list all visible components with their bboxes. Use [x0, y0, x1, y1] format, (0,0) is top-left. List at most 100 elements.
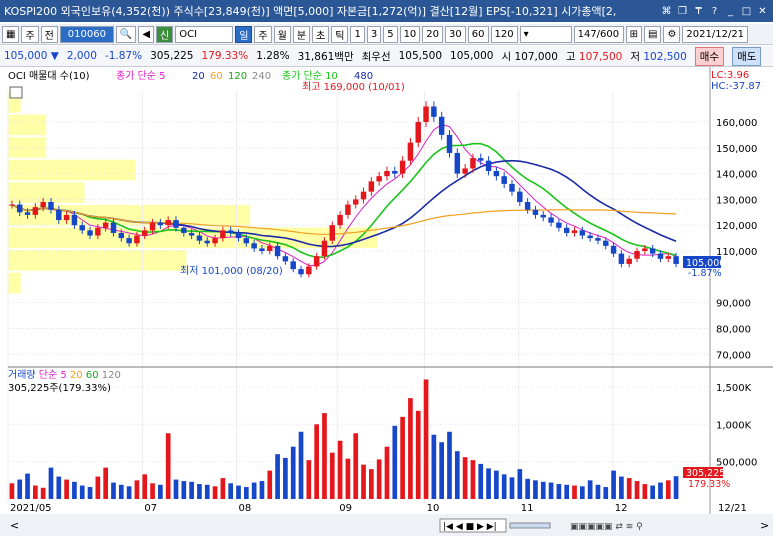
volume-profile-band [8, 272, 21, 294]
search-icon[interactable]: 🔍 [115, 25, 137, 43]
step-3-button[interactable]: 3 [366, 25, 382, 43]
help-icon[interactable]: ? [708, 5, 721, 18]
step-5-button[interactable]: 5 [383, 25, 398, 43]
step-30-button[interactable]: 30 [445, 25, 466, 43]
grid-menu-icon[interactable]: ▦ [2, 25, 20, 43]
period-tick-button[interactable]: 틱 [331, 25, 349, 43]
date-field[interactable]: 2021/12/21 [682, 25, 749, 43]
step-120-button[interactable]: 120 [490, 25, 518, 43]
candle-body [220, 230, 226, 239]
volume-bar [564, 484, 570, 499]
stock-code-input[interactable]: 010060 [59, 25, 114, 43]
best-bid: 105,000 [450, 50, 494, 62]
period-second-button[interactable]: 초 [312, 25, 330, 43]
stock-name-field[interactable]: OCI [175, 25, 234, 43]
candle-body [102, 222, 109, 228]
candle-body [446, 134, 453, 153]
step-20-button[interactable]: 20 [422, 25, 444, 43]
best-label: 최우선 [361, 50, 391, 63]
volume: 305,225 [150, 50, 194, 62]
buy-button[interactable]: 매수 [694, 46, 725, 66]
lock-icon[interactable]: ⌘ [660, 5, 673, 18]
candle-body [126, 238, 132, 244]
grid-toggle-icon[interactable] [9, 86, 23, 99]
volume-bar [611, 470, 616, 499]
candle-body [657, 253, 664, 259]
save-icon[interactable]: ▤ [643, 25, 662, 43]
zoom-slider[interactable] [509, 522, 551, 529]
custom-step-dropdown[interactable]: ▾ [519, 25, 572, 43]
candle-body [673, 256, 679, 264]
candle-body [63, 214, 70, 221]
volume-bar [415, 410, 421, 499]
high-price: 고 107,500 [565, 50, 623, 63]
volume-bar [64, 479, 69, 499]
legend-ma480: 480 [354, 71, 373, 82]
volume-bar [478, 463, 484, 499]
candle-body [56, 209, 62, 221]
volume-bar [17, 479, 23, 499]
period-day-button[interactable]: 일 [235, 25, 253, 43]
candle-body [267, 245, 273, 252]
volume-bar [392, 425, 398, 499]
pin-icon[interactable]: ₸ [692, 5, 705, 18]
volume-bar [87, 487, 93, 499]
candle-body [79, 225, 85, 231]
volume-bar [525, 478, 530, 499]
period-minute-button[interactable]: 분 [292, 25, 311, 43]
volume-bar [48, 467, 54, 499]
volume-bar [486, 468, 491, 499]
chart-area[interactable]: 160,000 150,000 140,000 130,000 120,000 110,0… [0, 67, 773, 536]
candle-body [603, 240, 609, 246]
step-10-button[interactable]: 10 [399, 25, 421, 43]
candle-body [509, 183, 515, 192]
period-month-button[interactable]: 월 [273, 25, 291, 43]
scroll-right-icon[interactable]: > [760, 519, 769, 532]
volume-profile-band [8, 114, 47, 136]
period-week-button[interactable]: 주 [254, 25, 272, 43]
time-axis-label: 08 [238, 503, 251, 514]
sell-button[interactable]: 매도 [732, 46, 762, 66]
candle-body [642, 248, 648, 252]
scroll-left-icon[interactable]: < [10, 519, 19, 532]
price-axis-label: 130,000 [716, 195, 757, 206]
credit-badge: 신 [156, 25, 174, 43]
settings-icon[interactable]: ⚙ [663, 25, 681, 43]
minimize-icon[interactable]: _ [724, 5, 737, 18]
legend-ma10: 종가 단순 10 [282, 70, 338, 82]
candle-body [110, 222, 117, 233]
close-icon[interactable]: ✕ [756, 5, 769, 18]
volume-bar [275, 454, 280, 499]
step-60-button[interactable]: 60 [467, 25, 489, 43]
volume-axis-label: 1,000K [716, 420, 752, 431]
restore-icon[interactable]: ❐ [676, 5, 689, 18]
current-price: 105,000 ▼ [4, 50, 59, 62]
volume-bar [642, 484, 648, 499]
tool-icons[interactable]: ▣▣▣▣▣ ⇄ ≋ ⚲ [570, 522, 643, 532]
candle-body [235, 232, 242, 239]
playback-icons[interactable]: |◀ ◀ ■ ▶ ▶| [443, 522, 497, 532]
candle-body [649, 248, 656, 254]
lc-label: LC:3.96 [711, 70, 749, 81]
market-dropdown[interactable]: 주 [21, 25, 39, 43]
volume-bar [126, 486, 132, 499]
trade-amount: 31,861백만 [297, 50, 354, 63]
candle-body [563, 227, 570, 233]
candle-body [431, 106, 437, 117]
candle-body [470, 158, 476, 169]
count-field[interactable]: 147/600 [573, 25, 624, 43]
step-1-button[interactable]: 1 [350, 25, 365, 43]
prev-select-button[interactable]: 전 [40, 25, 58, 43]
speaker-icon[interactable]: ◀ [138, 25, 155, 43]
lock-toggle-icon[interactable]: ⊞ [625, 25, 642, 43]
volume-bar [25, 473, 30, 499]
volume-bar [361, 464, 366, 499]
maximize-icon[interactable]: □ [740, 5, 753, 18]
candle-body [595, 238, 601, 241]
volume-bar [306, 460, 312, 499]
volume-profile-band [8, 137, 47, 158]
candle-body [517, 191, 523, 202]
vol-legend: 거래량 단순 5 20 60 120 [8, 369, 121, 381]
candle-body [368, 181, 375, 192]
volume-bar [111, 482, 116, 499]
